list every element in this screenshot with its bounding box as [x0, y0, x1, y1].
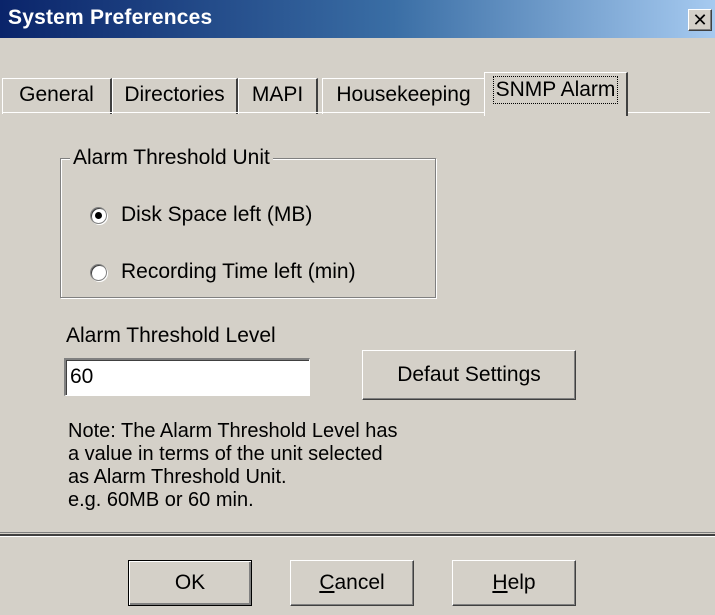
window-title: System Preferences: [8, 6, 213, 29]
radio-recording-time[interactable]: Recording Time left (min): [90, 260, 356, 284]
threshold-level-input[interactable]: 60: [64, 358, 310, 396]
note-line: Note: The Alarm Threshold Level has: [68, 420, 398, 442]
tab-snmp-alarm[interactable]: SNMP Alarm: [484, 72, 628, 116]
tab-label: Housekeeping: [336, 83, 471, 106]
cancel-label: Cancel: [319, 571, 384, 595]
tab-mapi[interactable]: MAPI: [238, 78, 318, 114]
radio-label: Disk Space left (MB): [121, 203, 313, 226]
footer-separator: [0, 536, 715, 537]
help-accelerator: H: [492, 571, 508, 594]
cancel-accelerator: C: [319, 571, 335, 594]
tab-label: MAPI: [251, 83, 304, 106]
threshold-unit-legend: Alarm Threshold Unit: [70, 147, 273, 169]
radio-button-icon[interactable]: [90, 206, 107, 224]
radio-button-icon[interactable]: [90, 263, 107, 281]
help-label: Help: [492, 571, 535, 595]
ok-button[interactable]: OK: [128, 560, 252, 606]
close-icon: ✕: [692, 10, 708, 30]
radio-disk-space[interactable]: Disk Space left (MB): [90, 203, 312, 227]
default-settings-button[interactable]: Defaut Settings: [362, 350, 576, 400]
note-line: a value in terms of the unit selected: [68, 443, 383, 465]
radio-label: Recording Time left (min): [121, 260, 356, 283]
title-bar[interactable]: System Preferences ✕: [0, 0, 715, 40]
note-line: as Alarm Threshold Unit.: [68, 466, 287, 488]
cancel-button[interactable]: Cancel: [290, 560, 414, 606]
ok-label: OK: [174, 571, 206, 594]
close-button[interactable]: ✕: [688, 9, 712, 31]
tab-housekeeping[interactable]: Housekeeping: [322, 78, 486, 114]
tab-label: SNMP Alarm: [492, 76, 619, 104]
cancel-label-rest: ancel: [334, 571, 385, 594]
system-preferences-dialog: System Preferences ✕ General Directories…: [0, 0, 715, 615]
tab-label: General: [19, 83, 94, 106]
tab-directories[interactable]: Directories: [112, 78, 238, 114]
tab-general[interactable]: General: [2, 78, 112, 114]
note-line: e.g. 60MB or 60 min.: [68, 489, 254, 511]
footer-separator: [0, 532, 715, 533]
threshold-note: Note: The Alarm Threshold Level has a va…: [68, 420, 397, 512]
threshold-level-label: Alarm Threshold Level: [66, 324, 276, 347]
help-label-rest: elp: [507, 571, 536, 594]
help-button[interactable]: Help: [452, 560, 576, 606]
tab-label: Directories: [124, 83, 225, 106]
